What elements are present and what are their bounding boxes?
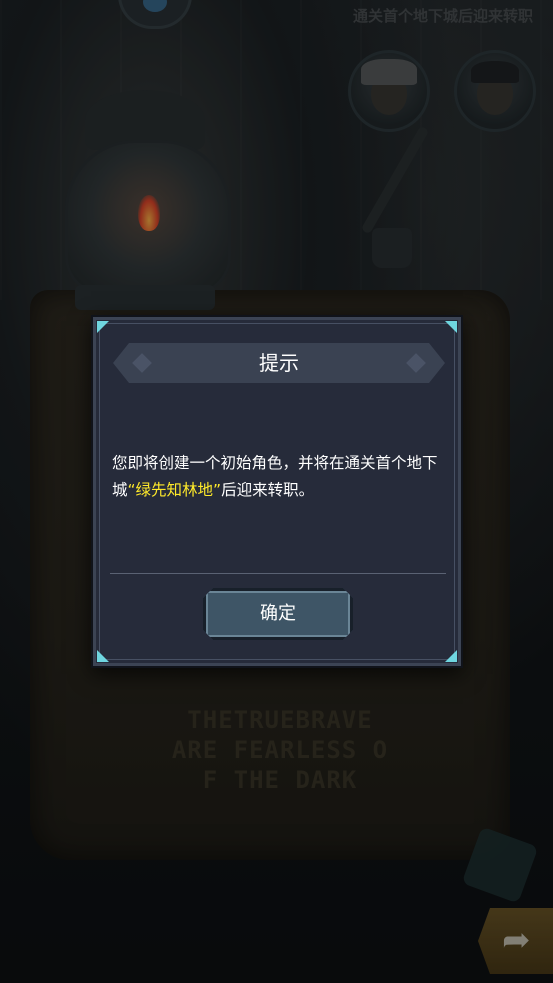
- dialog-message: 您即将创建一个初始角色，并将在通关首个地下城“绿先知林地”后迎来转职。: [112, 450, 450, 504]
- notice-dialog: 提示 您即将创建一个初始角色，并将在通关首个地下城“绿先知林地”后迎来转职。 确…: [91, 315, 463, 668]
- confirm-button[interactable]: 确定: [203, 588, 353, 640]
- dungeon-name: “绿先知林地”: [127, 481, 222, 499]
- message-text-end: 后迎来转职。: [221, 481, 315, 499]
- divider: [110, 573, 446, 574]
- dialog-title-bar: 提示: [113, 343, 445, 383]
- dialog-title: 提示: [259, 351, 299, 375]
